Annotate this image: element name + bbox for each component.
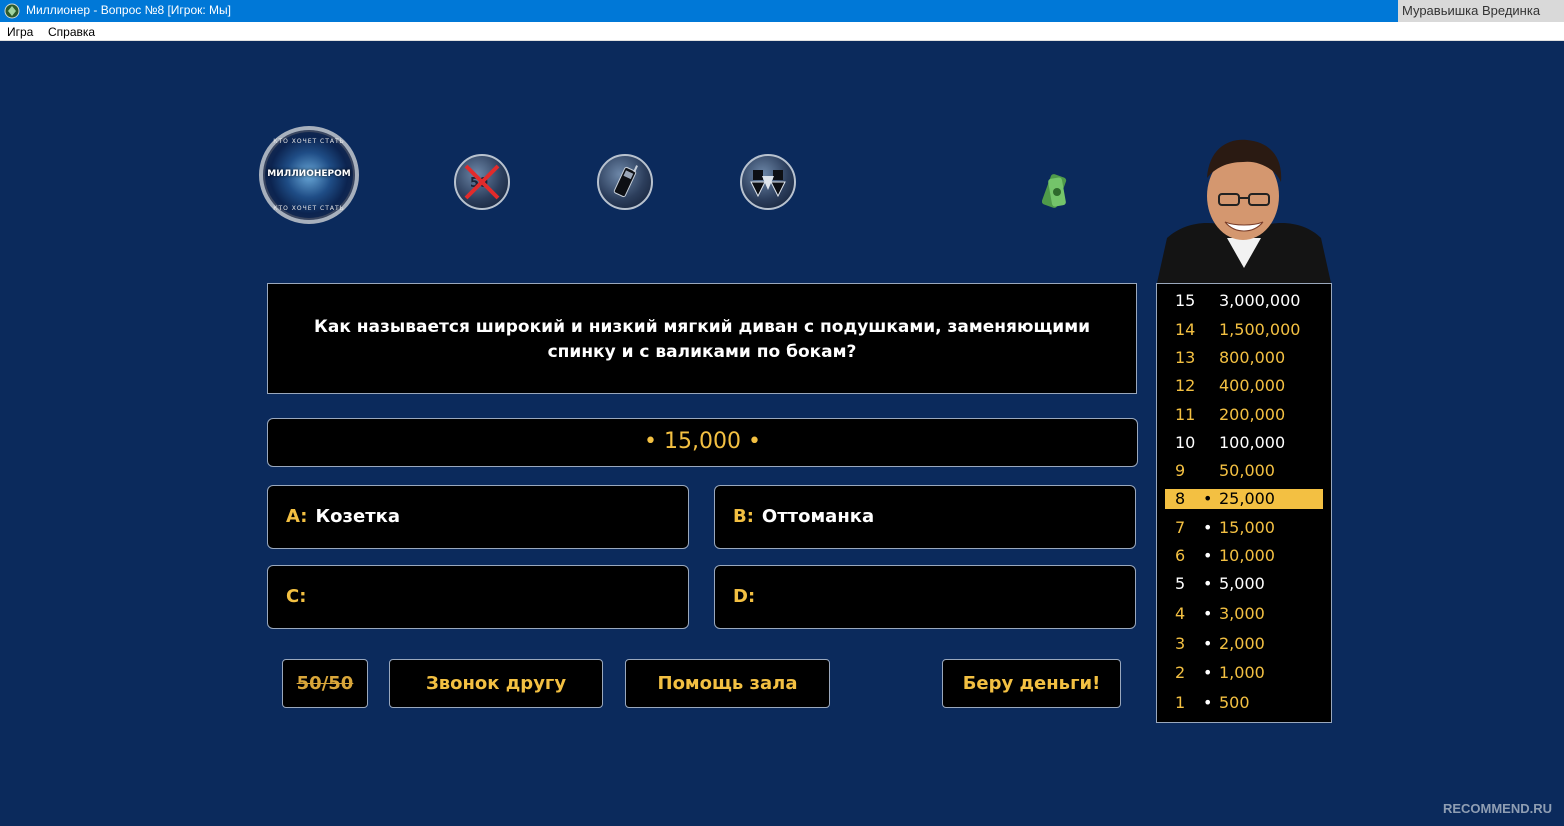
money-tree-level: 4	[1175, 604, 1186, 623]
phone-friend-button[interactable]: Звонок другу	[389, 659, 603, 708]
money-tree-row: 5 • 5,000	[1165, 574, 1323, 594]
phone-friend-label: Звонок другу	[425, 673, 567, 694]
money-tree-level: 3	[1175, 634, 1186, 653]
money-tree-amount: 25,000	[1219, 489, 1275, 508]
answer-d[interactable]: D:	[714, 565, 1136, 629]
take-money-button[interactable]: Беру деньги!	[942, 659, 1121, 708]
money-tree-amount: 50,000	[1219, 461, 1275, 480]
money-tree-level: 6	[1175, 546, 1186, 565]
question-text: Как называется широкий и низкий мягкий д…	[267, 283, 1137, 394]
money-tree-row: 12 400,000	[1165, 376, 1323, 396]
menu-game[interactable]: Игра	[7, 25, 33, 39]
take-money-label: Беру деньги!	[962, 673, 1101, 694]
money-tree-amount: 1,000	[1219, 663, 1265, 682]
logo-ring-top: КТО ХОЧЕТ СТАТЬ	[273, 138, 345, 145]
host-photo	[1157, 138, 1331, 283]
answer-letter: B:	[733, 506, 754, 527]
money-tree-level: 13	[1175, 348, 1196, 367]
money-tree-row: 14 1,500,000	[1165, 320, 1323, 340]
money-tree-amount: 100,000	[1219, 433, 1286, 452]
answer-letter: A:	[286, 506, 308, 527]
money-tree-row: 2 • 1,000	[1165, 663, 1323, 683]
money-icon	[1042, 174, 1067, 208]
app-icon	[4, 3, 20, 19]
money-tree-level: 1	[1175, 693, 1186, 712]
money-tree-level: 11	[1175, 405, 1196, 424]
money-tree-level: 2	[1175, 663, 1186, 682]
money-tree-level: 7	[1175, 518, 1186, 537]
money-tree-amount: 15,000	[1219, 518, 1275, 537]
money-tree-level: 15	[1175, 291, 1196, 310]
answer-a[interactable]: A: Козетка	[267, 485, 689, 549]
money-tree-row: 13 800,000	[1165, 348, 1323, 368]
money-tree-amount: 2,000	[1219, 634, 1265, 653]
fifty-fifty-icon[interactable]: 50	[454, 154, 510, 210]
money-tree-row: 6 • 10,000	[1165, 546, 1323, 566]
money-tree-level: 10	[1175, 433, 1196, 452]
money-tree-amount: 10,000	[1219, 546, 1275, 565]
answer-letter: D:	[733, 586, 756, 607]
money-tree-marker: •	[1203, 546, 1213, 565]
answer-letter: C:	[286, 586, 307, 607]
money-tree-row: 1 • 500	[1165, 693, 1323, 713]
title-bar: Миллионер - Вопрос №8 [Игрок: Мы] Муравь…	[0, 0, 1564, 22]
answer-text: Оттоманка	[761, 506, 875, 527]
answer-text: Козетка	[315, 506, 401, 527]
phone-icon[interactable]	[597, 154, 653, 210]
money-tree-level: 14	[1175, 320, 1196, 339]
money-tree-row: 4 • 3,000	[1165, 604, 1323, 624]
answer-c[interactable]: C:	[267, 565, 689, 629]
money-tree-row: 11 200,000	[1165, 405, 1323, 425]
money-tree-marker: •	[1203, 489, 1213, 508]
watermark: RECOMMEND.RU	[1442, 801, 1552, 816]
money-tree-amount: 500	[1219, 693, 1250, 712]
money-tree-amount: 5,000	[1219, 574, 1265, 593]
money-tree: 15 3,000,000 14 1,500,000 13 800,000 12 400,000…	[1156, 283, 1332, 723]
ask-audience-label: Помощь зала	[657, 673, 798, 694]
money-tree-marker: •	[1203, 663, 1213, 682]
fifty-fifty-label: 50/50	[296, 673, 354, 694]
money-tree-amount: 400,000	[1219, 376, 1286, 395]
money-tree-amount: 800,000	[1219, 348, 1286, 367]
logo-main-text: МИЛЛИОНЕРОМ	[267, 169, 351, 179]
money-tree-row: 9 50,000	[1165, 461, 1323, 481]
money-tree-row: 8 • 25,000	[1165, 489, 1323, 509]
money-tree-amount: 1,500,000	[1219, 320, 1301, 339]
money-tree-marker: •	[1203, 604, 1213, 623]
audience-icon[interactable]	[740, 154, 796, 210]
money-tree-level: 5	[1175, 574, 1186, 593]
user-tag: Муравьишка Врединка	[1398, 0, 1564, 22]
money-tree-level: 9	[1175, 461, 1186, 480]
money-tree-amount: 200,000	[1219, 405, 1286, 424]
money-tree-row: 15 3,000,000	[1165, 291, 1323, 311]
fifty-fifty-button[interactable]: 50/50	[282, 659, 368, 708]
money-tree-row: 3 • 2,000	[1165, 634, 1323, 654]
logo-ring-bottom: КТО ХОЧЕТ СТАТЬ	[273, 205, 345, 212]
money-tree-amount: 3,000	[1219, 604, 1265, 623]
money-tree-row: 7 • 15,000	[1165, 518, 1323, 538]
game-logo: КТО ХОЧЕТ СТАТЬ МИЛЛИОНЕРОМ КТО ХОЧЕТ СТ…	[259, 126, 359, 224]
answer-b[interactable]: B: Оттоманка	[714, 485, 1136, 549]
money-tree-amount: 3,000,000	[1219, 291, 1301, 310]
money-tree-marker: •	[1203, 693, 1213, 712]
ask-audience-button[interactable]: Помощь зала	[625, 659, 830, 708]
menu-bar: Игра Справка	[0, 22, 1564, 41]
menu-help[interactable]: Справка	[48, 25, 95, 39]
money-tree-marker: •	[1203, 634, 1213, 653]
money-tree-marker: •	[1203, 574, 1213, 593]
money-tree-level: 8	[1175, 489, 1186, 508]
money-tree-row: 10 100,000	[1165, 433, 1323, 453]
money-tree-marker: •	[1203, 518, 1213, 537]
question-prize: • 15,000 •	[267, 418, 1138, 467]
window-title: Миллионер - Вопрос №8 [Игрок: Мы]	[26, 3, 232, 17]
money-tree-level: 12	[1175, 376, 1196, 395]
